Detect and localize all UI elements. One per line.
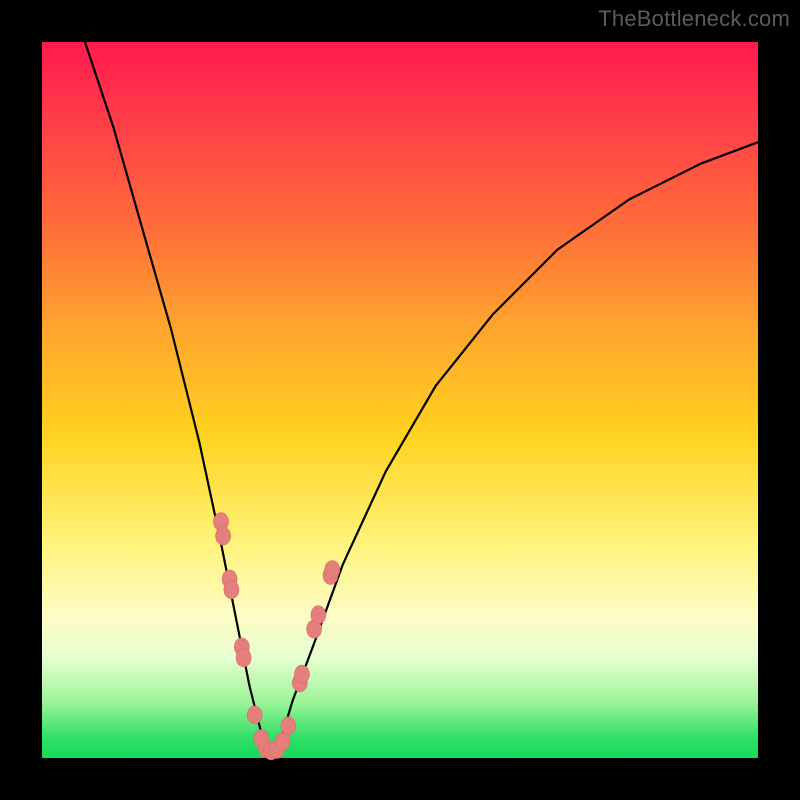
curve-marker — [325, 561, 340, 579]
curve-marker — [311, 606, 326, 624]
chart-svg — [42, 42, 758, 758]
curve-marker — [216, 527, 231, 545]
curve-marker — [224, 581, 239, 599]
curve-marker — [247, 706, 262, 724]
curve-marker — [236, 649, 251, 667]
marker-layer — [214, 513, 340, 760]
curve-marker — [275, 733, 290, 751]
curve-marker — [294, 665, 309, 683]
plot-area — [42, 42, 758, 758]
bottleneck-curve — [85, 42, 758, 751]
watermark-text: TheBottleneck.com — [598, 6, 790, 32]
chart-frame: TheBottleneck.com — [0, 0, 800, 800]
curve-marker — [281, 717, 296, 735]
curve-layer — [85, 42, 758, 751]
